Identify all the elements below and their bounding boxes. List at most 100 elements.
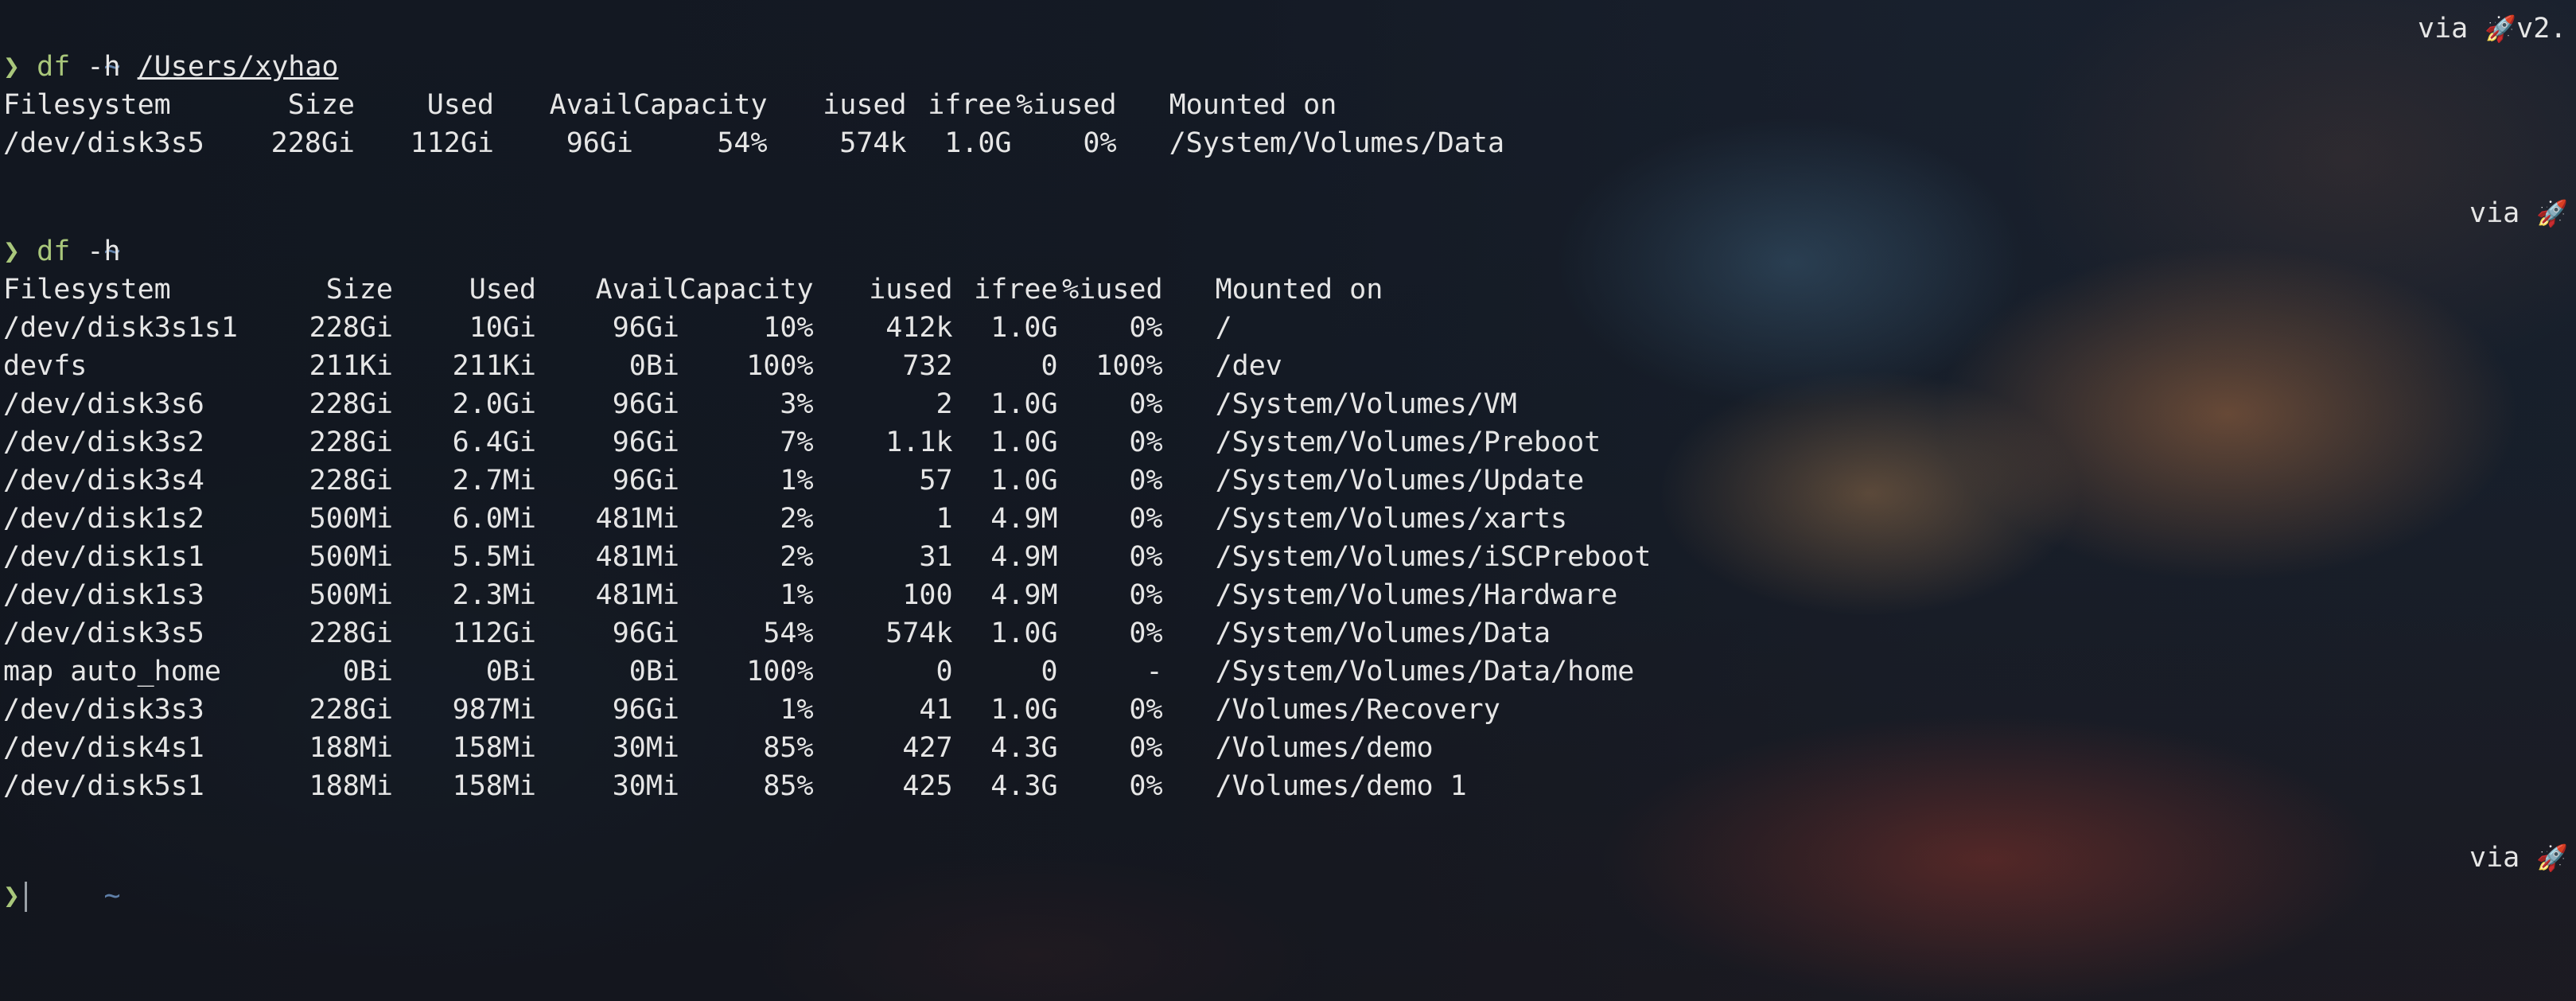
table-cell: 112Gi: [410, 127, 494, 159]
table-cell: 228Gi: [309, 312, 393, 344]
prompt-symbol: ❯: [3, 236, 21, 267]
command-flags: -h: [87, 51, 121, 83]
column-header: Filesystem: [3, 274, 171, 306]
table-cell: /System/Volumes/iSCPreboot: [1215, 541, 1652, 573]
table-cell: 1.0G: [990, 388, 1058, 420]
table-row: /dev/disk3s1s1 228Gi 10Gi 96Gi 10% 412k 1.0G 0%…: [3, 309, 1651, 347]
table-cell: /Volumes/demo: [1215, 732, 1434, 764]
table-cell: 96Gi: [612, 617, 679, 649]
table-cell: 2.7Mi: [452, 465, 536, 497]
table-cell: 96Gi: [566, 127, 633, 159]
table-cell: 500Mi: [309, 541, 393, 573]
column-header: Capacity: [633, 89, 768, 121]
table-cell: 1.0G: [990, 465, 1058, 497]
table-cell: 0%: [1129, 732, 1163, 764]
table-cell: /dev/disk3s4: [3, 465, 204, 497]
cwd-line: ~ via 🚀v2.: [3, 10, 2576, 83]
table-cell: 4.9M: [990, 579, 1058, 611]
path-argument[interactable]: /Users/xyhao: [138, 51, 339, 83]
table-cell: 1%: [780, 694, 814, 726]
column-header: ifree: [928, 89, 1012, 121]
df-output-table: Filesystem Size Used Avail Capacity iused ifre…: [3, 86, 1504, 162]
terminal-window[interactable]: ~ via 🚀v2. ❯ df -h /Users/xyhao Filesyst…: [0, 0, 2576, 1001]
table-cell: 96Gi: [612, 426, 679, 458]
table-cell: 1: [936, 503, 953, 535]
column-header: Size: [325, 274, 393, 306]
table-cell: 158Mi: [452, 770, 536, 802]
table-cell: 1.0G: [990, 694, 1058, 726]
table-row: /dev/disk3s5 228Gi 112Gi 96Gi 54% 574k 1.0G 0% /…: [3, 614, 1651, 652]
table-cell: 412k: [885, 312, 953, 344]
table-cell: 481Mi: [595, 503, 679, 535]
table-cell: 228Gi: [309, 465, 393, 497]
table-cell: 0: [1041, 656, 1058, 687]
column-header: ifree: [974, 274, 1058, 306]
table-row: /dev/disk1s2 500Mi 6.0Mi 481Mi 2% 1 4.9M 0% /Sys…: [3, 500, 1651, 538]
input-line[interactable]: ❯: [3, 877, 2576, 915]
table-cell: /System/Volumes/Update: [1215, 465, 1585, 497]
command-name: df: [37, 236, 71, 267]
table-cell: 0: [936, 656, 953, 687]
table-cell: 2.0Gi: [452, 388, 536, 420]
table-cell: 96Gi: [612, 694, 679, 726]
table-cell: 5.5Mi: [452, 541, 536, 573]
table-cell: 228Gi: [270, 127, 355, 159]
table-cell: /dev: [1215, 350, 1282, 382]
rocket-icon: 🚀: [2536, 843, 2569, 873]
rocket-icon: 🚀: [2536, 198, 2569, 228]
table-row: /dev/disk5s1 188Mi 158Mi 30Mi 85% 425 4.3G 0% /V…: [3, 767, 1651, 805]
table-cell: 425: [902, 770, 953, 802]
table-cell: /dev/disk3s2: [3, 426, 204, 458]
table-cell: 1.0G: [990, 617, 1058, 649]
cwd-line: ~ via 🚀: [3, 194, 2576, 267]
column-header: Used: [426, 89, 494, 121]
table-row: devfs 211Ki 211Ki 0Bi 100% 732 0 100% /dev: [3, 347, 1651, 385]
table-cell: 96Gi: [612, 388, 679, 420]
table-cell: 1%: [780, 465, 814, 497]
column-header: Size: [287, 89, 355, 121]
table-cell: 574k: [885, 617, 953, 649]
table-cell: 987Mi: [452, 694, 536, 726]
table-cell: 2%: [780, 503, 814, 535]
table-cell: 6.0Mi: [452, 503, 536, 535]
table-cell: /dev/disk3s6: [3, 388, 204, 420]
table-cell: /dev/disk3s5: [3, 617, 204, 649]
table-row: map auto_home 0Bi 0Bi 0Bi 100% 0 0 - /System/Vol…: [3, 652, 1651, 691]
table-cell: 1.0G: [990, 426, 1058, 458]
column-header: iused: [823, 89, 907, 121]
table-cell: 3%: [780, 388, 814, 420]
table-cell: 228Gi: [309, 617, 393, 649]
table-cell: 4.3G: [990, 770, 1058, 802]
table-cell: 85%: [763, 732, 814, 764]
table-cell: 0%: [1129, 579, 1163, 611]
table-cell: /System/Volumes/VM: [1215, 388, 1517, 420]
table-cell: 0: [1041, 350, 1058, 382]
table-cell: /System/Volumes/xarts: [1215, 503, 1568, 535]
table-row: /dev/disk3s2 228Gi 6.4Gi 96Gi 7% 1.1k 1.0G 0% /S…: [3, 423, 1651, 462]
right-prompt-status: via 🚀v2.: [2418, 10, 2566, 48]
table-cell: /: [1215, 312, 1232, 344]
table-cell: 0%: [1129, 426, 1163, 458]
table-row: /dev/disk3s4 228Gi 2.7Mi 96Gi 1% 57 1.0G 0% /Sys…: [3, 462, 1651, 500]
table-cell: 0%: [1129, 503, 1163, 535]
table-cell: /System/Volumes/Data: [1215, 617, 1551, 649]
table-cell: 188Mi: [309, 770, 393, 802]
table-cell: -: [1146, 656, 1163, 687]
column-header: iused: [869, 274, 953, 306]
table-cell: 54%: [717, 127, 768, 159]
table-cell: /dev/disk4s1: [3, 732, 204, 764]
table-cell: /dev/disk1s1: [3, 541, 204, 573]
table-cell: devfs: [3, 350, 88, 382]
table-header-row: Filesystem Size Used Avail Capacity iused ifre…: [3, 86, 1504, 124]
table-row: /dev/disk3s3 228Gi 987Mi 96Gi 1% 41 1.0G 0% /Vol…: [3, 691, 1651, 729]
table-cell: /dev/disk1s2: [3, 503, 204, 535]
table-cell: map auto_home: [3, 656, 221, 687]
table-cell: 30Mi: [612, 770, 679, 802]
table-cell: 0Bi: [342, 656, 393, 687]
table-cell: 427: [902, 732, 953, 764]
table-cell: 0%: [1083, 127, 1117, 159]
table-cell: 1.0G: [944, 127, 1012, 159]
table-cell: 0%: [1129, 694, 1163, 726]
table-cell: 4.3G: [990, 732, 1058, 764]
table-cell: 188Mi: [309, 732, 393, 764]
